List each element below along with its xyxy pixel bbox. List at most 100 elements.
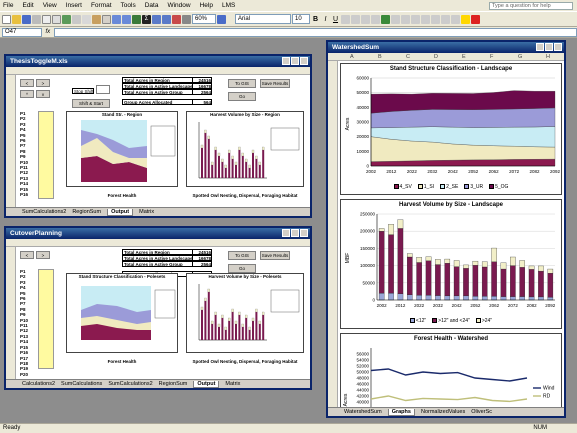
tab-output[interactable]: Output	[107, 208, 134, 216]
tab-sumcalculations2[interactable]: SumCalculations2	[22, 209, 66, 215]
harvest-volume-polesets-chart[interactable]: Harvest Volume by Size - Polesets	[186, 273, 304, 353]
nav-right-button[interactable]: >	[36, 79, 50, 87]
go-button[interactable]: Go	[228, 264, 256, 273]
menu-insert[interactable]: Insert	[66, 2, 82, 9]
comma-icon[interactable]	[401, 14, 410, 24]
menu-format[interactable]: Format	[91, 2, 112, 9]
window-title-bar[interactable]: ThesisToggleM.xls	[6, 56, 310, 67]
tab-regionsum[interactable]: RegionSum	[72, 209, 101, 215]
tab-normalizedvalues[interactable]: NormalizedValues	[421, 409, 465, 415]
permission-icon[interactable]	[32, 14, 41, 24]
decrease-decimal-icon[interactable]	[421, 14, 430, 24]
fx-icon[interactable]: fx	[46, 29, 51, 35]
zoom-select[interactable]: 60%	[192, 14, 216, 24]
close-icon[interactable]	[300, 57, 308, 65]
fill-color-icon[interactable]	[461, 14, 470, 24]
minimize-icon[interactable]	[282, 57, 290, 65]
copy-icon[interactable]	[82, 14, 91, 24]
stop-button[interactable]	[96, 85, 110, 94]
forest-health-watershed-chart[interactable]: Forest Health - Watershed 40000 42000 4400…	[340, 333, 562, 413]
tab-matrix[interactable]: Matrix	[139, 209, 154, 215]
close-icon[interactable]	[554, 43, 562, 51]
stand-structure-region-chart[interactable]: Stand Str. - Region	[66, 111, 178, 187]
drawing-icon[interactable]	[182, 14, 191, 24]
maximize-icon[interactable]	[291, 229, 299, 237]
nav-left-button[interactable]: <	[20, 79, 34, 87]
chart-wizard-icon[interactable]	[172, 14, 181, 24]
italic-icon[interactable]: I	[321, 15, 330, 24]
align-right-icon[interactable]	[361, 14, 370, 24]
currency-icon[interactable]	[381, 14, 390, 24]
font-select[interactable]: Arial	[235, 14, 291, 24]
name-box[interactable]: O47	[2, 27, 42, 37]
minimize-icon[interactable]	[282, 229, 290, 237]
increase-decimal-icon[interactable]	[411, 14, 420, 24]
decrease-indent-icon[interactable]	[431, 14, 440, 24]
spelling-icon[interactable]	[62, 14, 71, 24]
stand-structure-polesets-chart[interactable]: Stand Structure Classification - Poleset…	[66, 273, 178, 353]
increase-indent-icon[interactable]	[441, 14, 450, 24]
menu-tools[interactable]: Tools	[121, 2, 136, 9]
font-size-select[interactable]: 10	[292, 14, 310, 24]
format-painter-icon[interactable]	[102, 14, 111, 24]
nav-down-button[interactable]: v	[36, 90, 50, 98]
save-icon[interactable]	[22, 14, 31, 24]
sort-ascending-icon[interactable]	[152, 14, 161, 24]
help-icon[interactable]	[217, 14, 226, 24]
maximize-icon[interactable]	[545, 43, 553, 51]
formula-input[interactable]	[54, 27, 577, 37]
tab-calculations2[interactable]: Calculations2	[22, 381, 55, 387]
shift-start-button[interactable]: Shift & Start	[72, 99, 110, 108]
menu-window[interactable]: Window	[167, 2, 190, 9]
underline-icon[interactable]: U	[331, 15, 340, 24]
harvest-volume-landscape-chart[interactable]: Harvest Volume by Size - Landscape 0 5000…	[340, 199, 562, 329]
go-button[interactable]: Go	[228, 92, 256, 101]
help-search-input[interactable]: Type a question for help	[489, 1, 573, 10]
save-results-button[interactable]: Save Results	[260, 251, 290, 260]
paste-icon[interactable]	[92, 14, 101, 24]
window-watershed-sum[interactable]: WatershedSum A B C D E F G H Stand Structure Cl…	[326, 40, 566, 418]
window-title-bar[interactable]: WatershedSum	[328, 42, 564, 53]
sort-descending-icon[interactable]	[162, 14, 171, 24]
nav-left-button[interactable]: <	[20, 251, 34, 259]
align-left-icon[interactable]	[341, 14, 350, 24]
preview-icon[interactable]	[52, 14, 61, 24]
new-icon[interactable]	[2, 14, 11, 24]
merge-center-icon[interactable]	[371, 14, 380, 24]
redo-icon[interactable]	[122, 14, 131, 24]
bold-icon[interactable]: B	[311, 15, 320, 24]
window-cutover-planning[interactable]: CutoverPlanning Total Acres in Region To…	[4, 226, 312, 390]
print-icon[interactable]	[42, 14, 51, 24]
tab-watershedsum[interactable]: WatershedSum	[344, 409, 382, 415]
tab-matrix[interactable]: Matrix	[225, 381, 240, 387]
tab-regionsum[interactable]: RegionSum	[159, 381, 188, 387]
tab-oliversc[interactable]: OliverSc	[471, 409, 492, 415]
hyperlink-icon[interactable]	[132, 14, 141, 24]
tab-sumcalculations2[interactable]: SumCalculations2	[108, 381, 152, 387]
menu-data[interactable]: Data	[145, 2, 159, 9]
nav-up-button[interactable]: ^	[20, 90, 34, 98]
percent-icon[interactable]	[391, 14, 400, 24]
undo-icon[interactable]	[112, 14, 121, 24]
nav-right-button[interactable]: >	[36, 251, 50, 259]
borders-icon[interactable]	[451, 14, 460, 24]
to-gis-button[interactable]: To GIS	[228, 251, 256, 260]
minimize-icon[interactable]	[536, 43, 544, 51]
menu-edit[interactable]: Edit	[22, 2, 33, 9]
maximize-icon[interactable]	[291, 57, 299, 65]
tab-output[interactable]: Output	[193, 380, 220, 388]
menu-help[interactable]: Help	[200, 2, 213, 9]
autosum-icon[interactable]: Σ	[142, 14, 151, 24]
to-gis-button[interactable]: To GIS	[228, 79, 256, 88]
harvest-volume-region-chart[interactable]: Harvest Volume by Size - Region	[186, 111, 304, 187]
cut-icon[interactable]	[72, 14, 81, 24]
menu-view[interactable]: View	[43, 2, 57, 9]
font-color-icon[interactable]	[471, 14, 480, 24]
stand-structure-landscape-chart[interactable]: Stand Structure Classification - Landsca…	[340, 63, 562, 195]
window-title-bar[interactable]: CutoverPlanning	[6, 228, 310, 239]
tab-sumcalculations[interactable]: SumCalculations	[61, 381, 102, 387]
tab-graphs[interactable]: Graphs	[387, 408, 415, 416]
save-results-button[interactable]: Save Results	[260, 79, 290, 88]
open-icon[interactable]	[12, 14, 21, 24]
window-thesis-toggle[interactable]: ThesisToggleM.xls < > ^ v Stop Shift Shi…	[4, 54, 312, 218]
